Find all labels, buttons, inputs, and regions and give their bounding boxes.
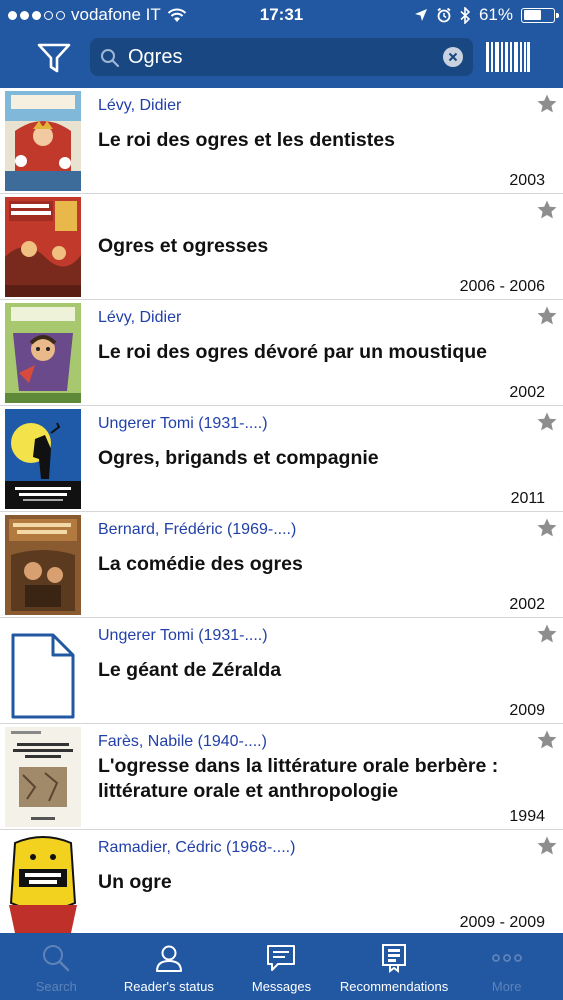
result-author: Lévy, Didier bbox=[98, 309, 182, 326]
message-icon bbox=[267, 945, 296, 971]
result-title: Un ogre bbox=[98, 871, 172, 893]
result-date: 2009 - 2009 bbox=[459, 914, 545, 931]
book-cover-image bbox=[5, 303, 81, 403]
result-title: L'ogresse dans la littérature orale berb… bbox=[98, 755, 499, 802]
tab-readers-status[interactable]: Reader's status bbox=[113, 933, 226, 1000]
result-title: Ogres, brigands et compagnie bbox=[98, 447, 379, 469]
search-field[interactable] bbox=[90, 38, 473, 76]
status-bar: vodafone IT 17:31 61% bbox=[0, 0, 563, 30]
book-cover-image bbox=[5, 727, 81, 827]
result-title: Ogres et ogresses bbox=[98, 235, 269, 257]
favorite-star-icon[interactable] bbox=[536, 199, 558, 221]
result-author: Lévy, Didier bbox=[98, 97, 182, 114]
result-title: Le roi des ogres dévoré par un moustique bbox=[98, 341, 488, 363]
tab-messages[interactable]: Messages bbox=[225, 933, 338, 1000]
alarm-icon bbox=[437, 7, 451, 23]
list-item[interactable]: Ogres et ogresses 2006 - 2006 bbox=[0, 194, 563, 300]
list-item[interactable]: Ungerer Tomi (1931-....) Ogres, brigands… bbox=[0, 406, 563, 512]
search-icon bbox=[101, 49, 120, 68]
list-item[interactable]: Ramadier, Cédric (1968-....) Un ogre 200… bbox=[0, 830, 563, 933]
result-title: Le roi des ogres et les dentistes bbox=[98, 129, 395, 151]
favorite-star-icon[interactable] bbox=[536, 623, 558, 645]
document-placeholder-icon bbox=[5, 621, 81, 721]
list-item[interactable]: Ungerer Tomi (1931-....) Le géant de Zér… bbox=[0, 618, 563, 724]
favorite-star-icon[interactable] bbox=[536, 835, 558, 857]
clear-search-button[interactable] bbox=[443, 47, 463, 67]
status-right: 61% bbox=[414, 5, 559, 25]
tab-more[interactable]: More bbox=[450, 933, 563, 1000]
search-input[interactable] bbox=[128, 38, 428, 76]
result-date: 2002 bbox=[509, 384, 545, 401]
tab-label: Search bbox=[35, 979, 77, 994]
result-date: 2006 - 2006 bbox=[459, 278, 545, 295]
battery-icon bbox=[521, 7, 559, 23]
filter-funnel-icon bbox=[37, 43, 71, 73]
result-author: Bernard, Frédéric (1969-....) bbox=[98, 521, 297, 538]
tab-bar: Search Reader's status Messages Recommen… bbox=[0, 933, 563, 1000]
book-cover-image bbox=[5, 91, 81, 191]
list-item[interactable]: Lévy, Didier Le roi des ogres et les den… bbox=[0, 88, 563, 194]
results-list: Lévy, Didier Le roi des ogres et les den… bbox=[0, 88, 563, 933]
tab-label: More bbox=[491, 979, 522, 994]
list-item[interactable]: Bernard, Frédéric (1969-....) La comédie… bbox=[0, 512, 563, 618]
favorite-star-icon[interactable] bbox=[536, 517, 558, 539]
result-title: La comédie des ogres bbox=[98, 553, 303, 575]
book-cover-image bbox=[5, 515, 81, 615]
tab-search[interactable]: Search bbox=[0, 933, 113, 1000]
app-header: vodafone IT 17:31 61% bbox=[0, 0, 563, 88]
search-icon bbox=[43, 945, 70, 972]
result-date: 2002 bbox=[509, 596, 545, 613]
recommendations-icon bbox=[382, 944, 407, 973]
book-cover-image bbox=[5, 409, 81, 509]
favorite-star-icon[interactable] bbox=[536, 729, 558, 751]
location-arrow-icon bbox=[414, 9, 427, 21]
list-item[interactable]: Farès, Nabile (1940-....) L'ogresse dans… bbox=[0, 724, 563, 830]
result-date: 2009 bbox=[509, 702, 545, 719]
clear-x-icon bbox=[448, 52, 458, 62]
tab-label: Reader's status bbox=[123, 979, 214, 994]
result-title: Le géant de Zéralda bbox=[98, 659, 282, 681]
book-cover-image bbox=[5, 833, 81, 933]
result-date: 1994 bbox=[509, 808, 545, 825]
result-date: 2003 bbox=[509, 172, 545, 189]
result-author: Ungerer Tomi (1931-....) bbox=[98, 627, 268, 644]
result-author: Farès, Nabile (1940-....) bbox=[98, 733, 267, 750]
battery-percent: 61% bbox=[478, 5, 513, 24]
more-icon bbox=[491, 954, 522, 962]
filter-button[interactable] bbox=[34, 38, 74, 78]
bluetooth-icon bbox=[460, 6, 471, 24]
tab-label: Recommendations bbox=[339, 979, 449, 994]
result-author: Ramadier, Cédric (1968-....) bbox=[98, 839, 296, 856]
user-icon bbox=[155, 945, 182, 972]
tab-recommendations[interactable]: Recommendations bbox=[338, 933, 451, 1000]
barcode-scan-button[interactable] bbox=[486, 42, 530, 72]
list-item[interactable]: Lévy, Didier Le roi des ogres dévoré par… bbox=[0, 300, 563, 406]
book-cover-image bbox=[5, 197, 81, 297]
result-date: 2011 bbox=[510, 490, 545, 507]
result-author: Ungerer Tomi (1931-....) bbox=[98, 415, 268, 432]
favorite-star-icon[interactable] bbox=[536, 93, 558, 115]
barcode-icon bbox=[486, 42, 530, 72]
favorite-star-icon[interactable] bbox=[536, 411, 558, 433]
tab-label: Messages bbox=[251, 979, 312, 994]
favorite-star-icon[interactable] bbox=[536, 305, 558, 327]
